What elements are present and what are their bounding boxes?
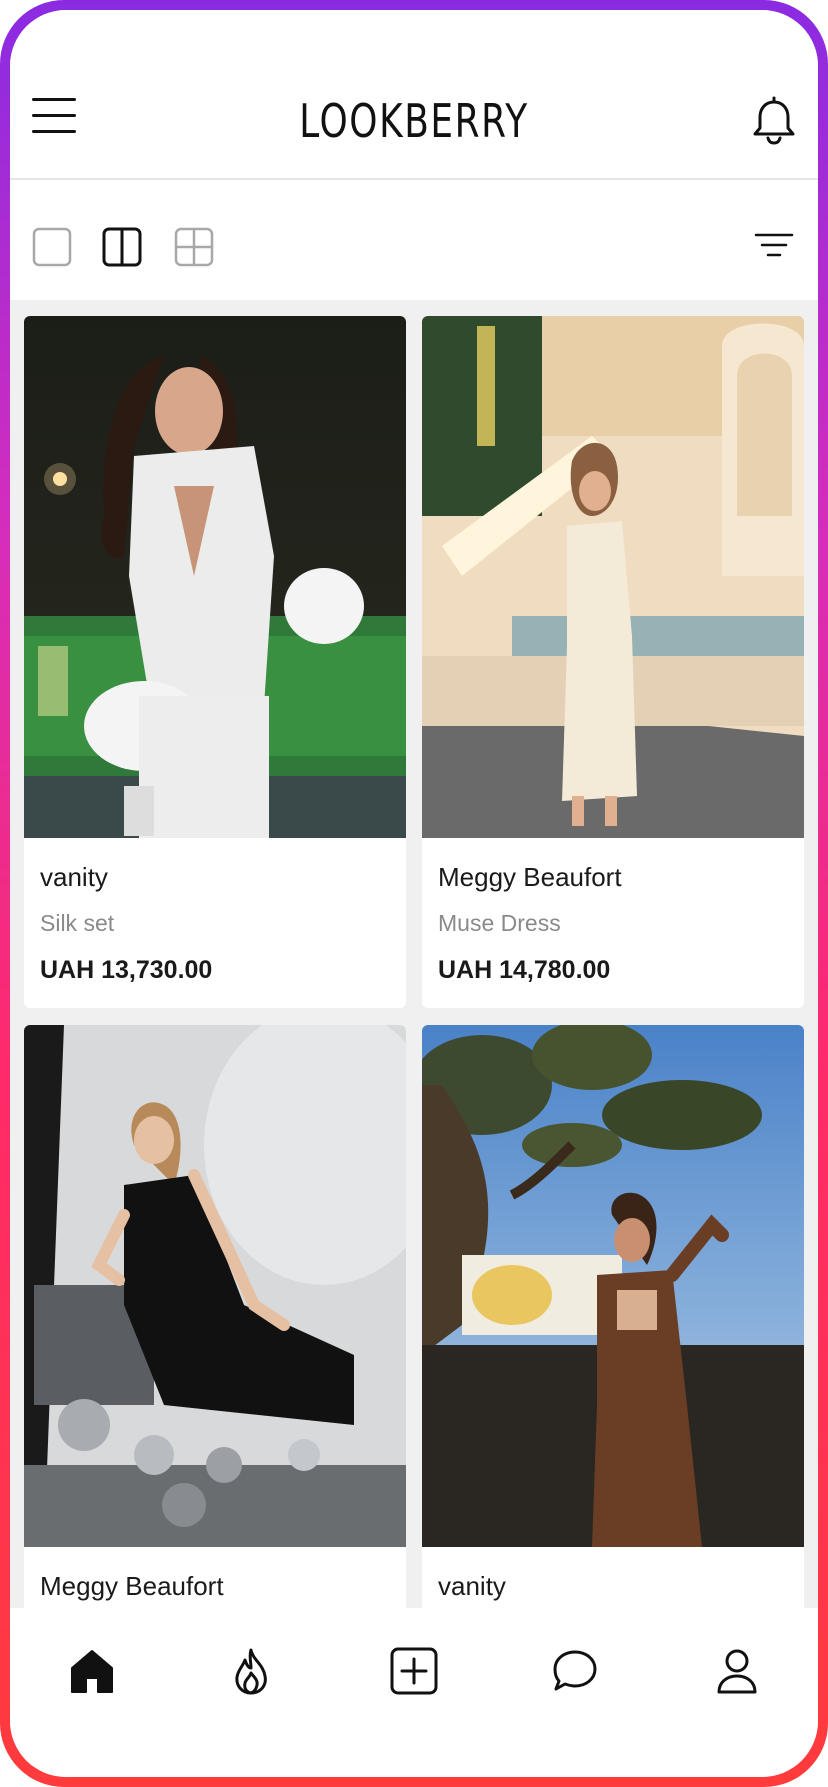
hamburger-line xyxy=(32,114,76,117)
two-column-view-button[interactable] xyxy=(102,227,142,267)
product-name: Muse Dress xyxy=(438,910,561,936)
product-price: UAH 13,730.00 xyxy=(40,956,213,984)
product-brand: vanity xyxy=(438,1571,506,1601)
filter-icon xyxy=(754,233,794,257)
notifications-button[interactable] xyxy=(750,96,798,146)
two-column-view-icon xyxy=(102,227,142,267)
fire-icon xyxy=(235,1648,267,1695)
product-photo[interactable] xyxy=(24,316,406,838)
home-icon xyxy=(71,1650,113,1693)
product-photo[interactable] xyxy=(422,316,804,838)
product-brand: Meggy Beaufort xyxy=(40,1571,224,1601)
product-name: Silk set xyxy=(40,910,115,936)
four-grid-view-button[interactable] xyxy=(174,227,214,267)
product-photo[interactable] xyxy=(422,1025,804,1547)
add-square-icon xyxy=(390,1647,438,1695)
nav-home[interactable] xyxy=(67,1646,117,1696)
product-brand: vanity xyxy=(40,862,108,892)
profile-icon xyxy=(717,1649,757,1694)
nav-add-post[interactable] xyxy=(389,1646,439,1696)
nav-trending[interactable] xyxy=(227,1646,277,1696)
product-card[interactable]: Meggy Beaufort xyxy=(24,1025,406,1608)
chat-bubble-icon xyxy=(553,1650,597,1691)
menu-button[interactable] xyxy=(30,96,78,136)
bottom-navigation xyxy=(10,1608,818,1777)
device-frame: LOOKBERRY vanity Silk set UAH 13,730.00 … xyxy=(0,0,828,1787)
bell-icon xyxy=(753,96,795,145)
product-card[interactable]: vanity xyxy=(422,1025,804,1608)
hamburger-menu-icon xyxy=(32,98,76,101)
product-price: UAH 14,780.00 xyxy=(438,956,611,984)
nav-messages[interactable] xyxy=(550,1646,600,1696)
nav-profile[interactable] xyxy=(712,1646,762,1696)
product-card[interactable]: vanity Silk set UAH 13,730.00 xyxy=(24,316,406,1008)
app-logo[interactable]: LOOKBERRY xyxy=(99,94,729,148)
product-photo[interactable] xyxy=(24,1025,406,1547)
product-brand: Meggy Beaufort xyxy=(438,862,622,892)
product-card[interactable]: Meggy Beaufort Muse Dress UAH 14,780.00 xyxy=(422,316,804,1008)
four-grid-view-icon xyxy=(174,227,214,267)
product-grid: vanity Silk set UAH 13,730.00 Meggy Beau… xyxy=(10,300,818,1608)
single-column-view-button[interactable] xyxy=(32,227,72,267)
view-toolbar xyxy=(10,182,818,300)
single-column-view-icon xyxy=(32,227,72,267)
hamburger-line xyxy=(32,130,76,133)
app-header: LOOKBERRY xyxy=(10,10,818,180)
app-screen: LOOKBERRY vanity Silk set UAH 13,730.00 … xyxy=(10,10,818,1777)
filter-button[interactable] xyxy=(754,230,794,262)
